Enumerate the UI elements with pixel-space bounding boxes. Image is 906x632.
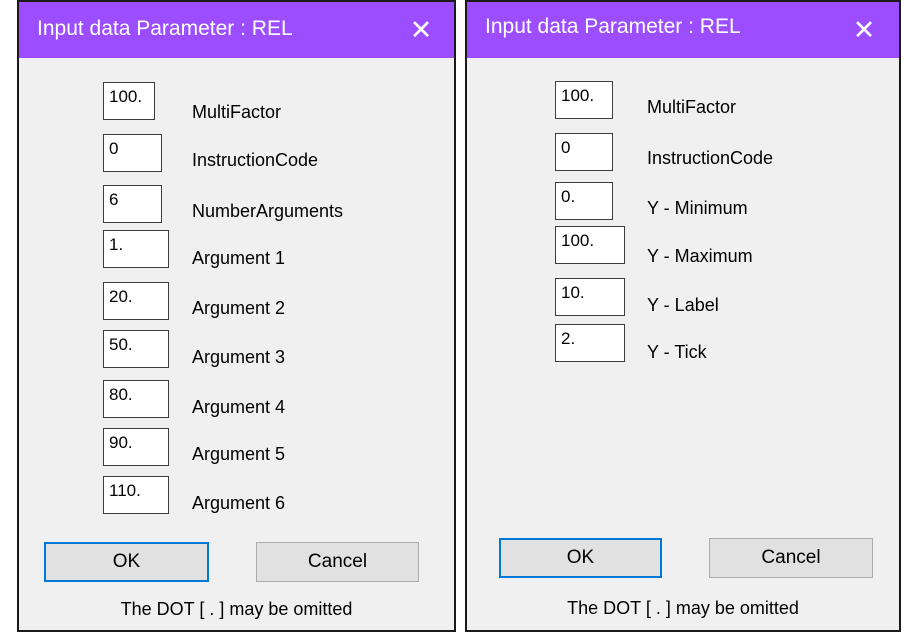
dot-hint-text: The DOT [ . ] may be omitted <box>567 598 799 618</box>
right-dialog-title: Input data Parameter : REL <box>485 15 741 38</box>
ok-button[interactable]: OK <box>44 542 209 582</box>
number-arguments-input[interactable]: 6 <box>103 185 162 223</box>
multifactor-input[interactable]: 100. <box>103 82 155 120</box>
argument-6-label: Argument 6 <box>192 493 286 513</box>
argument-1-value: 1. <box>109 235 124 254</box>
ok-button[interactable]: OK <box>499 538 662 578</box>
left-dialog-titlebar[interactable]: Input data Parameter : REL ✕ <box>19 2 454 58</box>
close-icon[interactable]: ✕ <box>835 2 893 58</box>
instruction-code-label: InstructionCode <box>647 148 774 168</box>
argument-1-input[interactable]: 1. <box>103 230 169 268</box>
argument-3-input[interactable]: 50. <box>103 330 169 368</box>
multifactor-value: 100. <box>561 86 595 105</box>
y-label-value: 10. <box>561 283 585 302</box>
y-tick-input[interactable]: 2. <box>555 324 625 362</box>
cancel-button[interactable]: Cancel <box>709 538 873 578</box>
multifactor-input[interactable]: 100. <box>555 81 613 119</box>
argument-6-value: 110. <box>109 481 141 500</box>
argument-1-label: Argument 1 <box>192 248 286 268</box>
y-tick-label: Y - Tick <box>647 342 707 362</box>
cancel-button[interactable]: Cancel <box>256 542 419 582</box>
argument-6-input[interactable]: 110. <box>103 476 169 514</box>
left-dialog-title: Input data Parameter : REL <box>37 17 293 40</box>
argument-5-value: 90. <box>109 433 133 452</box>
y-maximum-label: Y - Maximum <box>647 246 753 266</box>
dot-hint-text: The DOT [ . ] may be omitted <box>120 599 353 619</box>
right-dialog: Input data Parameter : REL ✕ 100. MultiF… <box>465 0 901 632</box>
multifactor-value: 100. <box>109 87 143 106</box>
instruction-code-input[interactable]: 0 <box>555 133 613 171</box>
multifactor-label: MultiFactor <box>647 97 737 117</box>
argument-3-value: 50. <box>109 335 133 354</box>
y-label-input[interactable]: 10. <box>555 278 625 316</box>
multifactor-label: MultiFactor <box>192 102 282 122</box>
right-dialog-titlebar[interactable]: Input data Parameter : REL ✕ <box>467 2 899 58</box>
argument-5-input[interactable]: 90. <box>103 428 169 466</box>
instruction-code-value: 0 <box>561 138 571 157</box>
argument-2-label: Argument 2 <box>192 298 286 318</box>
number-arguments-label: NumberArguments <box>192 201 344 221</box>
left-dialog: Input data Parameter : REL ✕ 100. MultiF… <box>17 0 456 632</box>
y-label-label: Y - Label <box>647 295 719 315</box>
instruction-code-input[interactable]: 0 <box>103 134 162 172</box>
y-tick-value: 2. <box>561 329 576 348</box>
argument-3-label: Argument 3 <box>192 347 286 367</box>
y-minimum-value: 0. <box>561 187 576 206</box>
argument-4-input[interactable]: 80. <box>103 380 169 418</box>
number-arguments-value: 6 <box>109 190 119 209</box>
instruction-code-value: 0 <box>109 139 119 158</box>
argument-4-label: Argument 4 <box>192 397 286 417</box>
argument-2-value: 20. <box>109 287 133 306</box>
instruction-code-label: InstructionCode <box>192 150 319 170</box>
y-minimum-input[interactable]: 0. <box>555 182 613 220</box>
close-icon[interactable]: ✕ <box>392 2 450 58</box>
y-minimum-label: Y - Minimum <box>647 198 748 218</box>
y-maximum-value: 100. <box>561 231 595 250</box>
argument-5-label: Argument 5 <box>192 444 286 464</box>
y-maximum-input[interactable]: 100. <box>555 226 625 264</box>
argument-4-value: 80. <box>109 385 133 404</box>
argument-2-input[interactable]: 20. <box>103 282 169 320</box>
